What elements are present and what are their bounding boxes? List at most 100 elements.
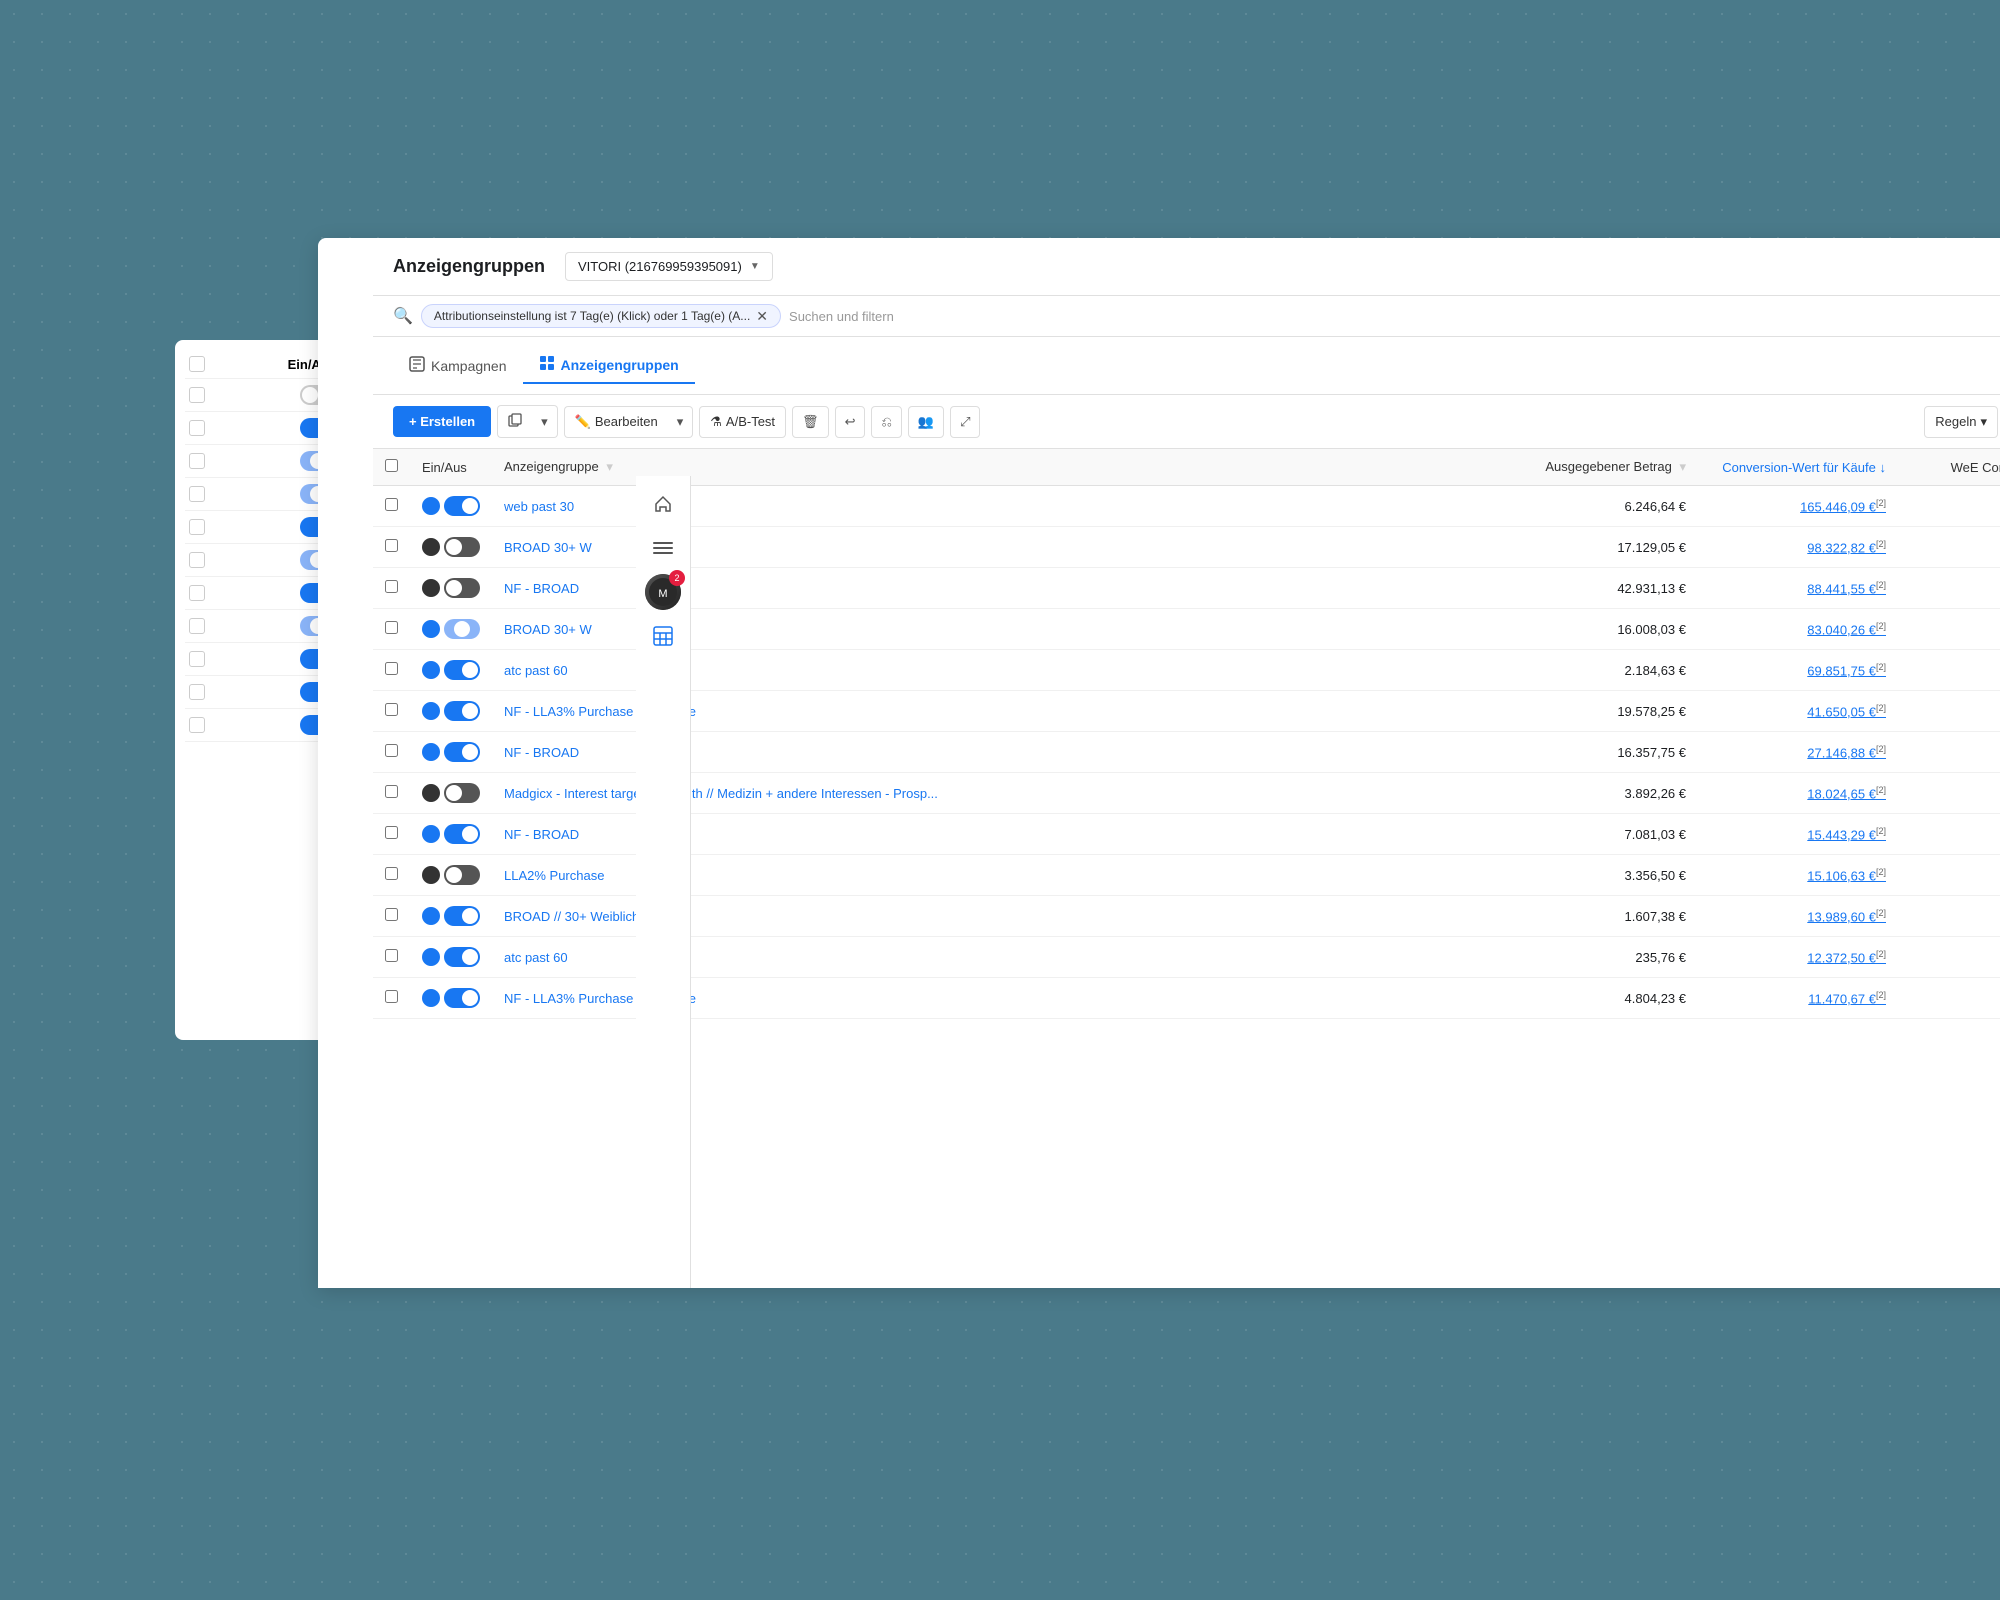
edit-icon: ✏️ bbox=[575, 414, 591, 430]
ad-group-name-link[interactable]: NF - BROAD bbox=[504, 581, 579, 596]
ab-test-button[interactable]: ⚗ A/B-Test bbox=[699, 406, 786, 438]
row-checkbox[interactable] bbox=[385, 867, 398, 880]
toggle-4[interactable] bbox=[422, 660, 480, 680]
share-button[interactable]: ⤢ bbox=[950, 406, 980, 438]
header-web-con: WeE Con bbox=[1898, 449, 2000, 486]
conversion-cell[interactable]: 83.040,26 €[2] bbox=[1698, 609, 1898, 650]
row-checkbox[interactable] bbox=[385, 744, 398, 757]
row-checkbox[interactable] bbox=[385, 785, 398, 798]
tab-ad-groups[interactable]: Anzeigengruppen bbox=[523, 347, 695, 384]
status-indicator bbox=[422, 579, 440, 597]
row-checkbox[interactable] bbox=[385, 662, 398, 675]
row-checkbox[interactable] bbox=[385, 580, 398, 593]
edit-button[interactable]: ✏️ Bearbeiten bbox=[564, 406, 668, 438]
table-icon[interactable] bbox=[645, 618, 681, 654]
conversion-cell[interactable]: 15.106,63 €[2] bbox=[1698, 855, 1898, 896]
toggle-9[interactable] bbox=[422, 865, 480, 885]
select-all-checkbox[interactable] bbox=[385, 459, 398, 472]
create-button[interactable]: + Erstellen bbox=[393, 406, 491, 437]
row-checkbox[interactable] bbox=[189, 618, 205, 634]
close-filter-icon[interactable]: ✕ bbox=[756, 309, 768, 323]
row-checkbox[interactable] bbox=[385, 703, 398, 716]
left-row-8 bbox=[185, 610, 340, 643]
copy-button-group: ▾ bbox=[497, 405, 558, 438]
toggle-11[interactable] bbox=[422, 947, 480, 967]
ad-group-name-link[interactable]: NF - BROAD bbox=[504, 745, 579, 760]
row-checkbox[interactable] bbox=[385, 539, 398, 552]
ad-group-name-link[interactable]: BROAD // 30+ Weiblich bbox=[504, 909, 639, 924]
conversion-cell[interactable]: 88.441,55 €[2] bbox=[1698, 568, 1898, 609]
row-checkbox[interactable] bbox=[189, 486, 205, 502]
toggle-6[interactable] bbox=[422, 742, 480, 762]
ad-group-name-link[interactable]: atc past 60 bbox=[504, 950, 568, 965]
toggle-3[interactable] bbox=[422, 619, 480, 639]
row-checkbox[interactable] bbox=[189, 684, 205, 700]
conversion-cell[interactable]: 98.322,82 €[2] bbox=[1698, 527, 1898, 568]
left-row-5 bbox=[185, 511, 340, 544]
toggle-12[interactable] bbox=[422, 988, 480, 1008]
web-con-cell bbox=[1898, 855, 2000, 896]
table-row: NF - BROAD7.081,03 €15.443,29 €[2] bbox=[373, 814, 2000, 855]
tab-campaigns[interactable]: Kampagnen bbox=[393, 348, 523, 383]
ad-group-name-link[interactable]: atc past 60 bbox=[504, 663, 568, 678]
ad-group-name-link[interactable]: LLA2% Purchase bbox=[504, 868, 604, 883]
row-checkbox[interactable] bbox=[385, 826, 398, 839]
row-checkbox[interactable] bbox=[189, 717, 205, 733]
ad-groups-table: Ein/Aus Anzeigengruppe ▾ Ausgegebener Be… bbox=[373, 449, 2000, 1019]
ad-group-name-link[interactable]: web past 30 bbox=[504, 499, 574, 514]
row-checkbox[interactable] bbox=[385, 990, 398, 1003]
undo-button[interactable]: ↩ bbox=[835, 406, 866, 438]
row-checkbox[interactable] bbox=[189, 552, 205, 568]
account-selector[interactable]: VITORI (216769959395091) ▼ bbox=[565, 252, 773, 281]
row-checkbox[interactable] bbox=[385, 908, 398, 921]
row-checkbox[interactable] bbox=[189, 420, 205, 436]
home-icon[interactable] bbox=[645, 486, 681, 522]
toggle-8[interactable] bbox=[422, 824, 480, 844]
row-checkbox[interactable] bbox=[189, 519, 205, 535]
delete-button[interactable]: 🗑 bbox=[792, 406, 829, 438]
ad-group-name-link[interactable]: NF - BROAD bbox=[504, 827, 579, 842]
toggle-0[interactable] bbox=[422, 496, 480, 516]
conversion-cell[interactable]: 11.470,67 €[2] bbox=[1698, 978, 1898, 1019]
toggle-1[interactable] bbox=[422, 537, 480, 557]
conversion-cell[interactable]: 27.146,88 €[2] bbox=[1698, 732, 1898, 773]
toggle-2[interactable] bbox=[422, 578, 480, 598]
ad-group-name-link[interactable]: BROAD 30+ W bbox=[504, 540, 592, 555]
conversion-cell[interactable]: 18.024,65 €[2] bbox=[1698, 773, 1898, 814]
conversion-cell[interactable]: 15.443,29 €[2] bbox=[1698, 814, 1898, 855]
betrag-cell: 4.804,23 € bbox=[1533, 978, 1698, 1019]
status-indicator bbox=[422, 743, 440, 761]
restore-button[interactable]: ⎌ bbox=[871, 406, 901, 438]
copy-button[interactable] bbox=[497, 405, 532, 438]
edit-dropdown-button[interactable]: ▾ bbox=[668, 406, 694, 438]
row-checkbox[interactable] bbox=[189, 651, 205, 667]
row-checkbox[interactable] bbox=[385, 949, 398, 962]
conversion-cell[interactable]: 12.372,50 €[2] bbox=[1698, 937, 1898, 978]
conversion-cell[interactable]: 69.851,75 €[2] bbox=[1698, 650, 1898, 691]
ad-group-name-link[interactable]: BROAD 30+ W bbox=[504, 622, 592, 637]
conversion-cell[interactable]: 13.989,60 €[2] bbox=[1698, 896, 1898, 937]
left-row-11 bbox=[185, 709, 340, 742]
menu-icon[interactable] bbox=[645, 530, 681, 566]
toggle-7[interactable] bbox=[422, 783, 480, 803]
row-checkbox[interactable] bbox=[385, 621, 398, 634]
filter-icon[interactable]: ▾ bbox=[606, 459, 613, 474]
toggle-5[interactable] bbox=[422, 701, 480, 721]
avatar-button[interactable]: M 2 bbox=[645, 574, 681, 610]
search-filter-pill[interactable]: Attributionseinstellung ist 7 Tag(e) (Kl… bbox=[421, 304, 781, 328]
header-conversion[interactable]: Conversion-Wert für Käufe ↓ bbox=[1698, 449, 1898, 486]
row-checkbox[interactable] bbox=[189, 453, 205, 469]
rules-button[interactable]: Regeln ▾ bbox=[1924, 406, 1998, 438]
copy-dropdown-button[interactable]: ▾ bbox=[532, 405, 558, 438]
toolbar: + Erstellen ▾ ✏️ bbox=[373, 395, 2000, 449]
betrag-filter-icon[interactable]: ▾ bbox=[1679, 459, 1686, 474]
toggle-10[interactable] bbox=[422, 906, 480, 926]
row-checkbox[interactable] bbox=[189, 585, 205, 601]
row-checkbox[interactable] bbox=[189, 387, 205, 403]
conversion-cell[interactable]: 41.650,05 €[2] bbox=[1698, 691, 1898, 732]
conversion-cell[interactable]: 165.446,09 €[2] bbox=[1698, 486, 1898, 527]
ad-group-name-link[interactable]: Madgicx - Interest targeting Health // M… bbox=[504, 786, 938, 801]
row-checkbox[interactable] bbox=[385, 498, 398, 511]
people-button[interactable]: 👥 bbox=[908, 406, 944, 438]
header-checkbox[interactable] bbox=[189, 356, 205, 372]
